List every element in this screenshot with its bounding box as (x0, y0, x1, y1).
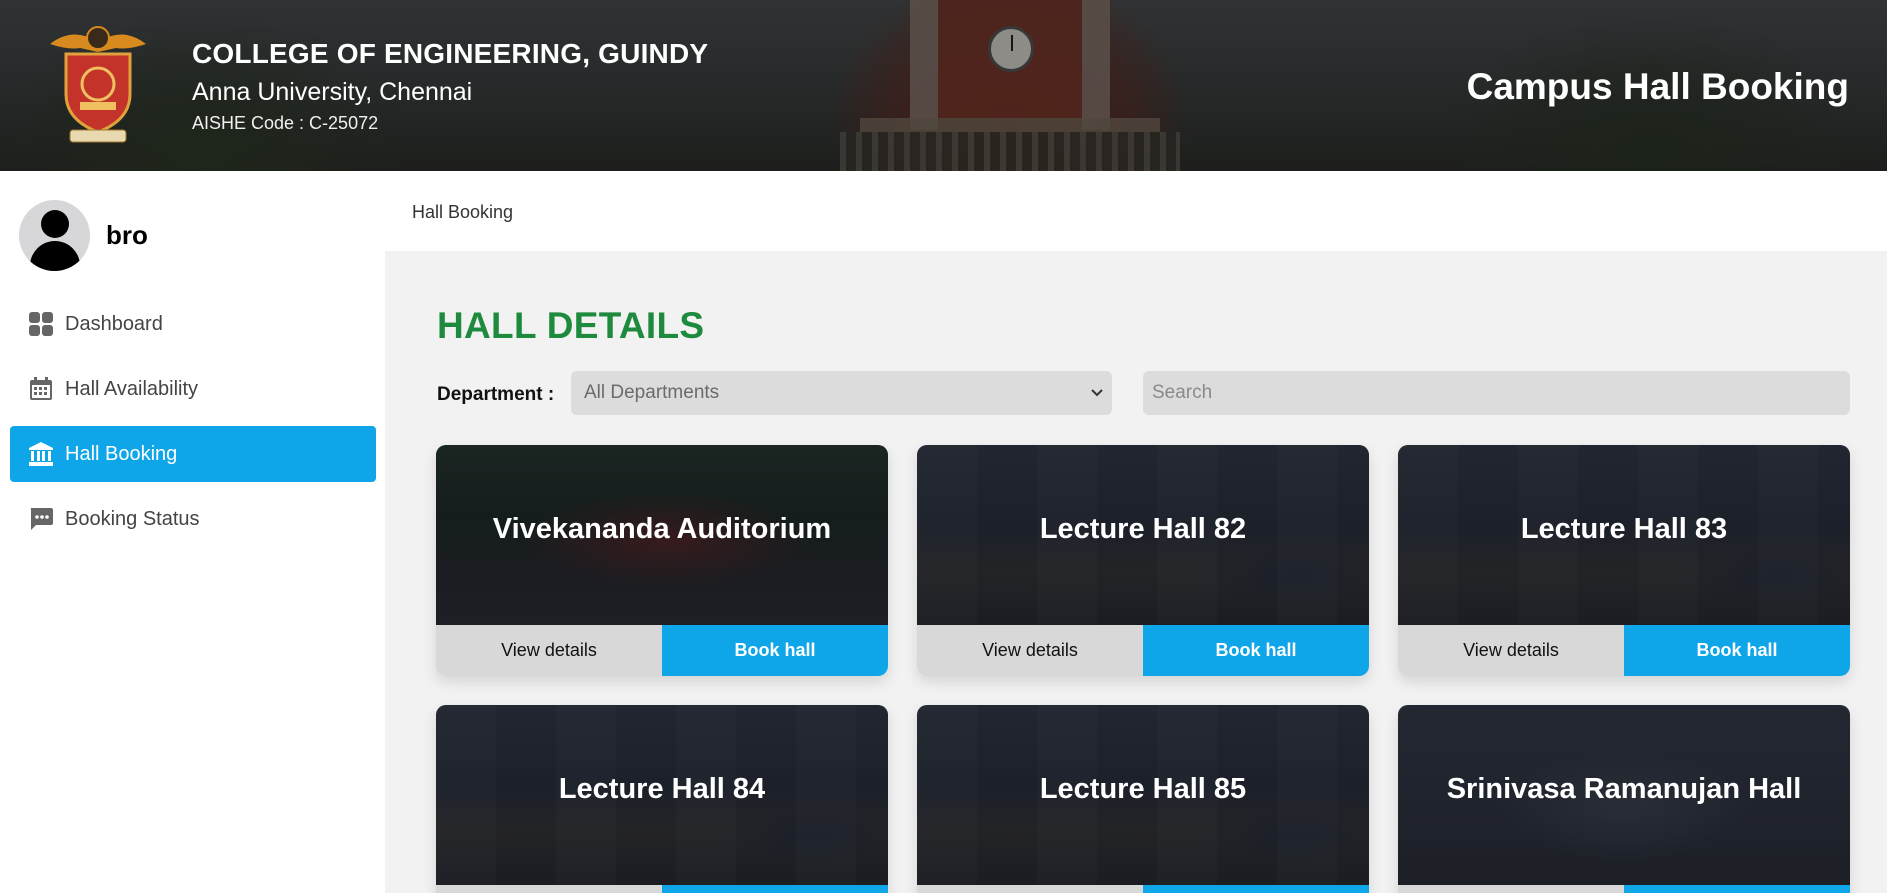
sidebar-item-label: Hall Availability (65, 377, 199, 400)
hall-name: Lecture Hall 84 (558, 773, 766, 805)
sidebar-item-hall-booking[interactable]: Hall Booking (10, 426, 376, 482)
book-hall-button[interactable]: Book hall (1624, 885, 1850, 893)
view-details-button[interactable]: View details (1398, 885, 1624, 893)
page-title: HALL DETAILS (437, 305, 705, 346)
header-banner: COLLEGE OF ENGINEERING, GUINDY Anna Univ… (0, 0, 1887, 171)
hall-card: Lecture Hall 82 View details Book hall (917, 445, 1369, 676)
hall-name: Lecture Hall 83 (1520, 513, 1728, 545)
building-columns-icon (28, 441, 54, 467)
calendar-icon (28, 376, 54, 402)
username: bro (106, 220, 148, 250)
book-hall-button[interactable]: Book hall (1624, 625, 1850, 676)
hall-name: Srinivasa Ramanujan Hall (1446, 773, 1802, 805)
college-crest-icon (48, 22, 148, 146)
view-details-button[interactable]: View details (917, 885, 1143, 893)
chevron-down-icon (1088, 383, 1106, 401)
sidebar-item-hall-availability[interactable]: Hall Availability (10, 361, 376, 417)
hall-card: Lecture Hall 83 View details Book hall (1398, 445, 1850, 676)
sidebar: bro Dashboard Hall Availability Hall Boo… (0, 171, 385, 893)
view-details-button[interactable]: View details (917, 625, 1143, 676)
view-details-button[interactable]: View details (436, 625, 662, 676)
book-hall-button[interactable]: Book hall (662, 625, 888, 676)
user-avatar-icon (19, 200, 90, 271)
sidebar-item-label: Dashboard (65, 312, 163, 335)
hall-name: Vivekananda Auditorium (492, 513, 832, 545)
chat-bubble-icon (28, 506, 54, 532)
sidebar-item-label: Booking Status (65, 507, 200, 530)
aishe-code: AISHE Code : C-25072 (192, 113, 379, 133)
hall-name: Lecture Hall 82 (1039, 513, 1247, 545)
app-title: Campus Hall Booking (1466, 66, 1849, 107)
top-bar: Hall Booking (385, 171, 1887, 251)
department-select[interactable]: All Departments (571, 371, 1112, 415)
hall-card: Srinivasa Ramanujan Hall View details Bo… (1398, 705, 1850, 893)
sidebar-nav: Dashboard Hall Availability Hall Booking… (10, 296, 376, 556)
hall-card: Vivekananda Auditorium View details Book… (436, 445, 888, 676)
book-hall-button[interactable]: Book hall (1143, 625, 1369, 676)
sidebar-item-label: Hall Booking (65, 442, 178, 465)
department-select-value: All Departments (584, 382, 720, 403)
sidebar-item-dashboard[interactable]: Dashboard (10, 296, 376, 352)
view-details-button[interactable]: View details (1398, 625, 1624, 676)
department-filter-label: Department : (437, 384, 555, 405)
main-content: HALL DETAILS Department : All Department… (385, 251, 1887, 893)
sidebar-item-booking-status[interactable]: Booking Status (10, 491, 376, 547)
hall-card: Lecture Hall 85 View details Book hall (917, 705, 1369, 893)
book-hall-button[interactable]: Book hall (1143, 885, 1369, 893)
hall-name: Lecture Hall 85 (1039, 773, 1247, 805)
college-name: COLLEGE OF ENGINEERING, GUINDY (192, 38, 709, 69)
dashboard-grid-icon (28, 311, 54, 337)
breadcrumb: Hall Booking (412, 202, 514, 222)
search-input[interactable] (1143, 371, 1850, 415)
book-hall-button[interactable]: Book hall (662, 885, 888, 893)
hall-card: Lecture Hall 84 View details Book hall (436, 705, 888, 893)
university-name: Anna University, Chennai (192, 78, 473, 106)
user-profile[interactable]: bro (19, 200, 148, 271)
view-details-button[interactable]: View details (436, 885, 662, 893)
